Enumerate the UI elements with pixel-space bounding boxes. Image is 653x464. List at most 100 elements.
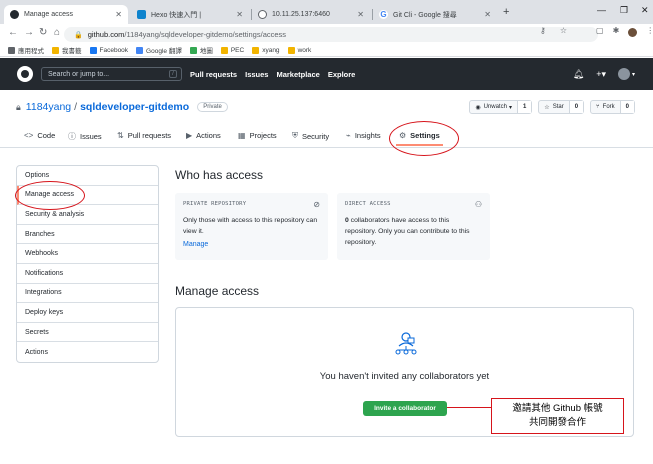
close-icon[interactable]: ✕: [115, 10, 122, 19]
tab-projects[interactable]: ▦ Projects: [238, 131, 277, 140]
invite-collaborator-button[interactable]: Invite a collaborator: [363, 401, 447, 416]
repo-separator: /: [74, 101, 78, 113]
sidebar-item-deploy-keys[interactable]: Deploy keys: [17, 303, 158, 323]
close-icon[interactable]: ✕: [236, 10, 243, 19]
repo-owner-link[interactable]: 1184yang: [26, 101, 71, 113]
sidebar-item-notifications[interactable]: Notifications: [17, 264, 158, 284]
home-icon[interactable]: ⌂: [54, 27, 60, 38]
watch-count[interactable]: 1: [517, 101, 532, 113]
repo-tab-nav: <> Code ⓘ Issues ⇅ Pull requests ▶ Actions ▦…: [0, 126, 653, 148]
browser-tab-hexo[interactable]: Hexo 快速入門 | ✕: [131, 5, 249, 24]
user-menu[interactable]: ▾: [617, 68, 635, 80]
bookmark-pec[interactable]: PEC: [220, 46, 244, 54]
card-caption: PRIVATE REPOSITORY: [183, 201, 247, 207]
sidebar-item-integrations[interactable]: Integrations: [17, 284, 158, 304]
annotation-oval-manage-access: [15, 181, 85, 210]
repo-title: 🔒︎ 1184yang / sqldeveloper-gitdemo Priva…: [16, 101, 228, 113]
watch-button-group: ◉ Unwatch ▾ 1: [469, 100, 533, 114]
code-icon: <>: [24, 131, 34, 140]
browser-tab-ip[interactable]: 10.11.25.137:6460 ✕: [252, 5, 370, 24]
puzzle-icon[interactable]: ✱: [613, 26, 620, 37]
bookmark-maps[interactable]: 地圖: [189, 45, 213, 55]
star-icon[interactable]: ☆: [560, 26, 567, 35]
shield-icon: ⛨: [292, 131, 298, 140]
key-icon[interactable]: ⚷: [540, 26, 546, 35]
close-window-icon[interactable]: ✕: [641, 5, 649, 16]
callout-line-1: 邀請其他 Github 帳號: [512, 403, 603, 414]
issue-icon: ⓘ: [68, 132, 76, 141]
tab-pull-requests[interactable]: ⇅ Pull requests: [117, 131, 171, 140]
sidebar-item-branches[interactable]: Branches: [17, 225, 158, 245]
bell-icon[interactable]: 🔔︎: [573, 69, 584, 80]
browser-tab-strip: Manage access ✕ Hexo 快速入門 | ✕ 10.11.25.1…: [0, 0, 653, 24]
callout-line-2: 共同開發合作: [528, 417, 586, 428]
extension-icon[interactable]: ▢: [596, 26, 604, 37]
close-icon[interactable]: ✕: [484, 10, 491, 19]
nav-issues[interactable]: Issues: [245, 70, 268, 79]
repo-name-link[interactable]: sqldeveloper-gitdemo: [80, 101, 189, 113]
person-lock-icon: [395, 332, 417, 355]
address-bar-row: ← → ↻ ⌂ 🔒 github.com/1184yang/sqldevelop…: [0, 24, 653, 44]
url-input[interactable]: 🔒 github.com/1184yang/sqldeveloper-gitde…: [64, 27, 598, 42]
bookmark-apps[interactable]: 應用程式: [8, 45, 44, 55]
fork-button-group: ⑂ Fork 0: [590, 100, 635, 114]
collaborator-count: 0: [345, 217, 349, 224]
menu-icon[interactable]: ⋮: [646, 26, 653, 37]
sidebar-item-webhooks[interactable]: Webhooks: [17, 244, 158, 264]
pull-request-icon: ⇅: [117, 131, 124, 140]
tab-security[interactable]: ⛨ Security: [292, 131, 329, 141]
tab-issues[interactable]: ⓘ Issues: [68, 131, 102, 142]
sidebar-item-secrets[interactable]: Secrets: [17, 323, 158, 343]
profile-icon[interactable]: [628, 28, 638, 37]
bookmark-google-translate[interactable]: Google 翻譯: [136, 45, 182, 55]
tab-title: Hexo 快速入門 |: [151, 11, 202, 19]
sidebar-item-actions[interactable]: Actions: [17, 342, 158, 362]
maximize-icon[interactable]: ❐: [620, 5, 628, 16]
avatar: [617, 68, 630, 80]
tab-title: 10.11.25.137:6460: [272, 11, 330, 18]
fork-icon: ⑂: [596, 104, 600, 110]
search-shortcut-key: /: [169, 70, 177, 78]
play-icon: ▶: [186, 131, 193, 140]
plus-dropdown-icon[interactable]: +▾: [596, 69, 606, 80]
folder-icon: [220, 46, 228, 54]
bookmark-facebook[interactable]: Facebook: [89, 46, 128, 54]
bookmark-item[interactable]: 我書籤: [52, 45, 82, 55]
search-input[interactable]: Search or jump to... /: [41, 67, 182, 81]
nav-explore[interactable]: Explore: [328, 70, 356, 79]
nav-pull-requests[interactable]: Pull requests: [190, 70, 237, 79]
lock-icon: 🔒︎: [16, 101, 21, 112]
star-icon: ☆: [544, 104, 550, 111]
star-button[interactable]: ☆ Star: [539, 101, 570, 113]
back-icon[interactable]: ←: [8, 27, 18, 38]
bookmark-work[interactable]: work: [287, 46, 311, 54]
browser-tab-google[interactable]: G Git Cli - Google 搜尋 ✕: [373, 5, 497, 24]
manage-access-heading: Manage access: [175, 284, 260, 298]
manage-link[interactable]: Manage: [183, 241, 320, 248]
tab-title: Manage access: [24, 11, 74, 18]
annotation-oval-settings: [389, 121, 459, 156]
fork-button[interactable]: ⑂ Fork: [591, 101, 621, 113]
minimize-icon[interactable]: —: [597, 5, 606, 15]
bookmark-xyang[interactable]: xyang: [252, 46, 280, 54]
new-tab-button[interactable]: +: [503, 6, 509, 18]
github-logo-icon[interactable]: [17, 66, 33, 82]
unwatch-button[interactable]: ◉ Unwatch ▾: [470, 101, 518, 113]
folder-icon: [252, 46, 260, 54]
nav-marketplace[interactable]: Marketplace: [276, 70, 319, 79]
url-path: /1184yang/sqldeveloper-gitdemo/settings/…: [124, 30, 287, 39]
close-icon[interactable]: ✕: [357, 10, 364, 19]
star-button-group: ☆ Star 0: [538, 100, 585, 114]
star-count[interactable]: 0: [569, 101, 584, 113]
tab-actions[interactable]: ▶ Actions: [186, 131, 221, 140]
forward-icon[interactable]: →: [24, 27, 34, 38]
fork-count[interactable]: 0: [620, 101, 634, 113]
github-header: Search or jump to... / Pull requests Iss…: [0, 58, 653, 90]
tab-insights[interactable]: ⌁ Insights: [346, 131, 381, 140]
apps-grid-icon: [8, 46, 15, 54]
browser-tab-manage-access[interactable]: Manage access ✕: [4, 5, 128, 24]
direct-access-text: collaborators have access to this reposi…: [345, 217, 470, 246]
reload-icon[interactable]: ↻: [39, 27, 47, 38]
tab-code[interactable]: <> Code: [24, 131, 55, 140]
hexo-icon: [137, 10, 146, 19]
